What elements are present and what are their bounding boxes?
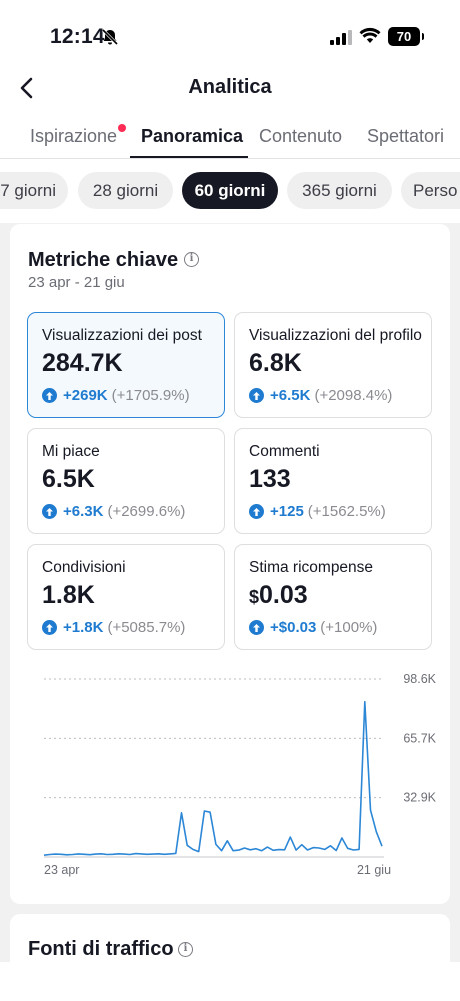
metric-estimated-rewards[interactable]: Stima ricompense $0.03 +$0.03 (+100%) — [234, 544, 432, 650]
metric-delta: +$0.03 (+100%) — [249, 619, 377, 636]
metric-delta-percent: (+100%) — [320, 619, 378, 636]
metric-label: Commenti — [249, 443, 320, 460]
battery-indicator: 70 — [388, 27, 424, 46]
metric-value: 1.8K — [42, 581, 95, 609]
metric-delta-value: +269K — [63, 387, 108, 404]
tab-panoramica[interactable]: Panoramica — [141, 126, 243, 147]
tab-ispirazione[interactable]: Ispirazione — [30, 126, 117, 147]
metric-profile-views[interactable]: Visualizzazioni del profilo 6.8K +6.5K (… — [234, 312, 432, 418]
metric-shares[interactable]: Condivisioni 1.8K +1.8K (+5085.7%) — [27, 544, 225, 650]
metric-value: 133 — [249, 465, 291, 493]
metric-delta-value: +6.5K — [270, 387, 311, 404]
chart-grid — [44, 678, 384, 799]
metric-delta-percent: (+2699.6%) — [107, 503, 186, 520]
date-range: 23 apr - 21 giu — [28, 274, 125, 291]
metric-likes[interactable]: Mi piace 6.5K +6.3K (+2699.6%) — [27, 428, 225, 534]
tab-spettatori[interactable]: Spettatori — [367, 126, 444, 147]
views-trend-chart[interactable]: 32.9K 65.7K 98.6K 23 apr 21 giu — [28, 664, 438, 884]
metric-value: 6.8K — [249, 349, 302, 377]
bell-muted-icon — [101, 28, 119, 46]
page-title: Analitica — [188, 76, 272, 98]
arrow-up-icon — [42, 620, 57, 635]
notification-dot — [118, 124, 126, 132]
traffic-sources-title: Fonti di traffico — [28, 938, 174, 960]
metric-delta-percent: (+1705.9%) — [111, 387, 190, 404]
metric-delta: +125 (+1562.5%) — [249, 503, 386, 520]
metric-label: Visualizzazioni dei post — [42, 327, 202, 344]
metric-delta: +6.5K (+2098.4%) — [249, 387, 392, 404]
x-axis-start-label: 23 apr — [44, 863, 79, 877]
arrow-up-icon — [249, 620, 264, 635]
series-line — [43, 700, 383, 856]
metric-delta-percent: (+5085.7%) — [107, 619, 186, 636]
metric-comments[interactable]: Commenti 133 +125 (+1562.5%) — [234, 428, 432, 534]
arrow-up-icon — [249, 504, 264, 519]
metric-delta: +6.3K (+2699.6%) — [42, 503, 185, 520]
period-selector: 7 giorni 28 giorni 60 giorni 365 giorni … — [0, 159, 460, 223]
metric-label: Condivisioni — [42, 559, 126, 576]
metric-label: Stima ricompense — [249, 559, 374, 576]
metric-delta: +1.8K (+5085.7%) — [42, 619, 185, 636]
period-60-days[interactable]: 60 giorni — [182, 172, 278, 209]
metric-delta-value: +125 — [270, 503, 304, 520]
period-custom[interactable]: Perso — [401, 172, 460, 209]
arrow-up-icon — [249, 388, 264, 403]
status-bar: 12:14 70 — [0, 0, 460, 66]
wifi-icon — [359, 27, 381, 43]
key-metrics-card: Metriche chiave i 23 apr - 21 giu Visual… — [10, 224, 450, 904]
status-time: 12:14 — [50, 25, 105, 48]
metric-delta-value: +$0.03 — [270, 619, 317, 636]
metric-delta-value: +6.3K — [63, 503, 104, 520]
info-icon[interactable]: i — [178, 942, 193, 957]
arrow-up-icon — [42, 388, 57, 403]
tab-contenuto[interactable]: Contenuto — [259, 126, 342, 147]
period-7-days[interactable]: 7 giorni — [0, 172, 68, 209]
y-tick-label: 65.7K — [403, 731, 436, 745]
page-header: Analitica — [0, 66, 460, 110]
traffic-sources-card: Fonti di traffico i — [10, 914, 450, 962]
cellular-signal-icon — [330, 29, 352, 45]
x-axis-end-label: 21 giu — [357, 863, 391, 877]
period-365-days[interactable]: 365 giorni — [287, 172, 392, 209]
metric-post-views[interactable]: Visualizzazioni dei post 284.7K +269K (+… — [27, 312, 225, 418]
info-icon[interactable]: i — [184, 252, 199, 267]
y-tick-label: 32.9K — [403, 791, 436, 805]
metric-delta-percent: (+1562.5%) — [307, 503, 386, 520]
key-metrics-title: Metriche chiave — [28, 249, 179, 271]
metric-value-number: 0.03 — [259, 581, 308, 609]
bottom-area — [0, 962, 460, 1001]
metric-delta: +269K (+1705.9%) — [42, 387, 190, 404]
metric-value: $0.03 — [249, 581, 308, 610]
metric-delta-percent: (+2098.4%) — [314, 387, 393, 404]
tab-bar: Ispirazione Panoramica Contenuto Spettat… — [0, 110, 460, 159]
period-28-days[interactable]: 28 giorni — [78, 172, 173, 209]
metric-label: Visualizzazioni del profilo — [249, 327, 422, 344]
metric-value: 284.7K — [42, 349, 123, 377]
chart-y-ticks: 32.9K 65.7K 98.6K — [403, 672, 436, 805]
metric-label: Mi piace — [42, 443, 100, 460]
metric-delta-value: +1.8K — [63, 619, 104, 636]
metric-value: 6.5K — [42, 465, 95, 493]
arrow-up-icon — [42, 504, 57, 519]
currency-symbol: $ — [249, 587, 260, 607]
y-tick-label: 98.6K — [403, 672, 436, 686]
